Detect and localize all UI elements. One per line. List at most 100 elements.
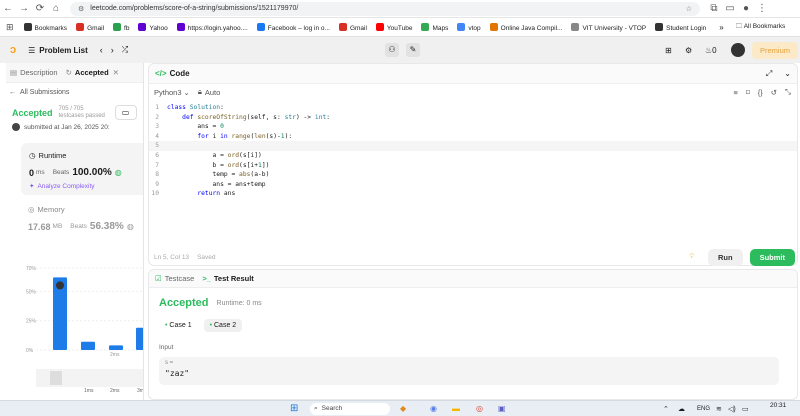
bookmark-favicon-icon	[176, 22, 185, 31]
code-line[interactable]: 10 return ans	[149, 189, 797, 199]
tab-description[interactable]: Description	[20, 68, 58, 77]
home-icon[interactable]: ⌂	[48, 3, 64, 14]
extensions-icon[interactable]: ⧉	[706, 3, 722, 14]
bookmark-item[interactable]: Gmail	[76, 22, 104, 32]
bookmark-star-icon[interactable]: ☆	[686, 5, 692, 13]
wifi-icon[interactable]: ≋	[716, 405, 722, 413]
bookmark-label: vtop	[468, 24, 481, 32]
back-icon[interactable]: ←	[0, 3, 16, 14]
format-icon[interactable]: ≡	[733, 88, 737, 97]
chart-bar[interactable]	[81, 341, 95, 350]
user-avatar[interactable]	[731, 43, 745, 57]
tray-chevron-icon[interactable]: ⌃	[663, 405, 669, 413]
site-info-icon[interactable]: ⚙	[78, 5, 84, 13]
collapse-icon[interactable]: ⌄	[784, 69, 791, 78]
leetcode-logo[interactable]: ↄ	[10, 44, 16, 56]
close-tab-icon[interactable]: ✕	[113, 68, 119, 77]
case-2-tab[interactable]: • Case 2	[203, 319, 243, 332]
bookmark-item[interactable]: Gmail	[338, 22, 367, 32]
problem-list-link[interactable]: Problem List	[39, 46, 87, 55]
forward-icon[interactable]: →	[16, 3, 32, 14]
analyze-complexity-link[interactable]: ✦ Analyze Complexity	[29, 182, 143, 191]
apps-icon[interactable]: ⊞	[6, 22, 14, 33]
bookmark-item[interactable]: Maps	[421, 22, 448, 32]
bookmark-item[interactable]: fb	[113, 22, 129, 32]
tab-test-result[interactable]: Test Result	[214, 274, 254, 283]
mode-label[interactable]: Auto	[205, 88, 220, 97]
battery-icon[interactable]: ▭	[742, 405, 749, 413]
sidebar-icon[interactable]: ▭	[722, 3, 738, 14]
bookmark-item[interactable]: Student Login	[655, 22, 707, 32]
code-area[interactable]: 1 class Solution: 2 def scoreOfString(self…	[149, 100, 797, 248]
bookmark-item[interactable]: VIT University - VTOP	[571, 22, 646, 32]
code-line[interactable]: 9 ans = ans+temp	[149, 180, 797, 190]
streak-icon[interactable]: ♨0	[705, 46, 717, 55]
save-status: Saved	[197, 253, 216, 261]
editorial-icon[interactable]: ▭	[114, 105, 137, 120]
bookmark-label: Student Login	[666, 24, 707, 32]
windows-start-icon[interactable]: ⊞	[290, 403, 298, 414]
next-problem-icon[interactable]: ›	[111, 45, 114, 55]
shuffle-icon[interactable]: ⤮	[122, 45, 128, 55]
reset-icon[interactable]: ↺	[771, 88, 777, 97]
code-line[interactable]: 3 ans = 0	[149, 122, 797, 132]
tab-accepted[interactable]: Accepted	[75, 68, 109, 77]
bookmarks-overflow-icon[interactable]: »	[719, 23, 723, 32]
copilot-icon[interactable]: ◉	[430, 404, 437, 413]
file-explorer-icon[interactable]: ▬	[452, 404, 460, 413]
description-icon: ▤	[10, 68, 18, 77]
code-line[interactable]: 5	[149, 141, 797, 151]
bookmark-favicon-icon	[655, 22, 664, 31]
submit-button[interactable]: Submit	[749, 248, 795, 266]
layout-icon[interactable]: ⊞	[665, 46, 672, 55]
premium-button[interactable]: Premium	[752, 41, 799, 59]
bookmark-item[interactable]: Bookmarks	[23, 22, 67, 32]
chrome-icon[interactable]: ◎	[476, 404, 483, 413]
language-select[interactable]: Python3	[154, 88, 182, 97]
run-button[interactable]: Run	[707, 248, 743, 266]
teams-icon[interactable]: ▣	[498, 404, 506, 413]
fullscreen-icon[interactable]: ⤡	[785, 87, 791, 97]
debug-icon[interactable]: ⚇	[385, 43, 399, 57]
bookmark-item[interactable]: vtop	[457, 22, 481, 32]
x-axis-mid-label: 2ms	[110, 352, 120, 358]
bookmark-item[interactable]: https://login.yahoo....	[176, 22, 248, 32]
widgets-icon[interactable]: ◆	[400, 404, 406, 413]
maximize-icon[interactable]: ⤢	[766, 69, 772, 79]
volume-icon[interactable]: ◁)	[728, 405, 736, 413]
address-bar[interactable]: ⚙ leetcode.com/problems/score-of-a-strin…	[70, 1, 700, 16]
range-handle[interactable]	[50, 371, 62, 385]
code-line[interactable]: 2 def scoreOfString(self, s: str) -> int…	[149, 113, 797, 123]
bookmark-item[interactable]: YouTube	[375, 22, 412, 32]
taskbar-search[interactable]: ⌕ Search	[310, 402, 390, 415]
premium-lightbulb-icon[interactable]: 💡︎	[689, 253, 694, 261]
profile-avatar[interactable]: ●	[738, 3, 754, 14]
all-submissions-link[interactable]: ← All Submissions	[6, 83, 143, 101]
line-code: for i in range(len(s)-1):	[197, 132, 293, 140]
tab-testcase[interactable]: Testcase	[165, 274, 195, 283]
clock-time[interactable]: 20:31	[770, 402, 786, 409]
chart-bar[interactable]	[136, 327, 144, 350]
code-line[interactable]: 1 class Solution:	[149, 103, 797, 113]
notes-icon[interactable]: ✎	[406, 43, 420, 57]
braces-icon[interactable]: {}	[758, 88, 763, 97]
settings-icon[interactable]: ⚙	[685, 46, 692, 55]
code-line[interactable]: 6 a = ord(s[i])	[149, 151, 797, 161]
prev-problem-icon[interactable]: ‹	[100, 45, 103, 55]
reload-icon[interactable]: ⟳	[32, 3, 48, 14]
code-line[interactable]: 4 for i in range(len(s)-1):	[149, 132, 797, 142]
language-indicator[interactable]: ENG	[697, 406, 710, 412]
all-bookmarks-folder[interactable]: 🗀 All Bookmarks	[736, 22, 786, 33]
memory-icon: ◎	[28, 205, 35, 214]
chart-bar[interactable]	[109, 345, 123, 350]
case-1-tab[interactable]: • Case 1	[159, 319, 198, 332]
bookmark-item[interactable]: Online Java Compil...	[489, 22, 562, 32]
code-line[interactable]: 7 b = ord(s[i+1])	[149, 161, 797, 171]
bookmark-icon[interactable]: ⌑	[746, 88, 750, 97]
bookmark-item[interactable]: Yahoo	[138, 22, 168, 32]
memory-beats-label: Beats	[70, 223, 87, 230]
cloud-icon[interactable]: ☁	[678, 405, 685, 413]
bookmark-item[interactable]: Facebook – log in o...	[256, 22, 330, 32]
menu-icon[interactable]: ⋮	[754, 3, 770, 14]
code-line[interactable]: 8 temp = abs(a-b)	[149, 170, 797, 180]
